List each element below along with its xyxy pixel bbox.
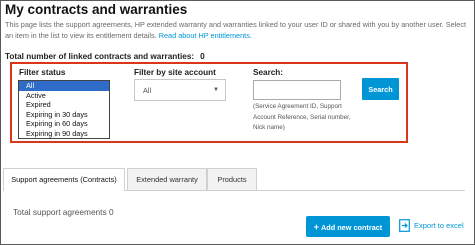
total-agreements-count: 0 [108, 207, 114, 217]
add-contract-button[interactable]: + Add new contract [306, 216, 390, 237]
site-account-value: All [143, 86, 152, 95]
page-title: My contracts and warranties [5, 2, 188, 17]
filter-site-label: Filter by site account [134, 68, 216, 77]
total-linked-label: Total number of linked contracts and war… [5, 52, 195, 61]
filter-status-listbox[interactable]: All Active Expired Expiring in 30 days E… [18, 80, 110, 139]
tab-support-agreements[interactable]: Support agreements (Contracts) [3, 168, 125, 191]
search-button[interactable]: Search [362, 78, 399, 100]
total-agreements-label: Total support agreements [13, 207, 107, 217]
status-option[interactable]: Active [19, 91, 109, 101]
status-option[interactable]: All [19, 81, 109, 91]
export-to-excel-link[interactable]: Export to excel [399, 219, 464, 232]
status-option[interactable]: Expired [19, 100, 109, 110]
status-option[interactable]: Expiring in 90 days [19, 129, 109, 138]
site-account-select[interactable]: All ▼ [134, 79, 226, 101]
search-input[interactable] [253, 80, 341, 100]
search-hint: (Service Agreement ID, Support Account R… [253, 103, 351, 132]
add-contract-label: Add new contract [321, 222, 383, 232]
filter-status-label: Filter status [19, 68, 66, 77]
tab-extended-warranty[interactable]: Extended warranty [127, 168, 207, 190]
export-icon [399, 219, 410, 232]
tab-products[interactable]: Products [207, 168, 257, 190]
tab-bar: Support agreements (Contracts) Extended … [3, 168, 465, 191]
export-label: Export to excel [414, 221, 464, 230]
total-linked-count: 0 [200, 52, 205, 61]
plus-icon: + [313, 221, 320, 232]
search-label: Search: [253, 68, 284, 77]
chevron-down-icon: ▼ [213, 87, 219, 93]
total-linked-line: Total number of linked contracts and war… [5, 52, 205, 61]
entitlements-link[interactable]: Read about HP entitlements. [159, 31, 252, 40]
status-option[interactable]: Expiring in 30 days [19, 110, 109, 120]
page-description: This page lists the support agreements, … [5, 20, 467, 42]
total-agreements: Total support agreements 0 [13, 207, 114, 217]
status-option[interactable]: Expiring in 60 days [19, 119, 109, 129]
